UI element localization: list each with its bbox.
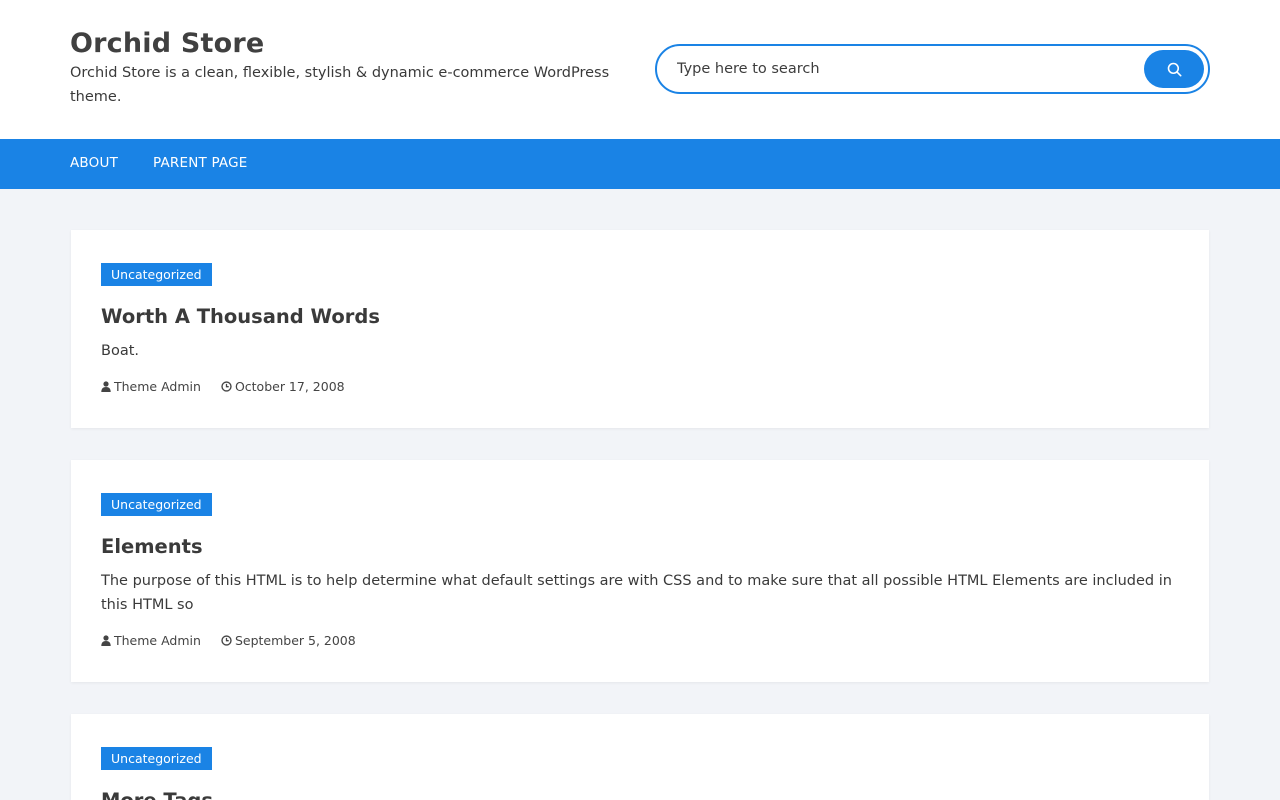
post-card: Uncategorized More Tags [71, 714, 1209, 800]
author-link[interactable]: Theme Admin [114, 633, 201, 648]
nav-item-parent-page[interactable]: PARENT PAGE [153, 155, 248, 171]
post-author: Theme Admin [101, 633, 201, 648]
post-card: Uncategorized Worth A Thousand Words Boa… [71, 230, 1209, 428]
search-form [655, 44, 1210, 94]
post-author: Theme Admin [101, 379, 201, 394]
clock-icon [221, 380, 232, 392]
clock-icon [221, 634, 232, 646]
date-link[interactable]: September 5, 2008 [235, 633, 356, 648]
post-card: Uncategorized Elements The purpose of th… [71, 460, 1209, 682]
post-date: October 17, 2008 [221, 379, 345, 394]
user-icon [101, 634, 111, 646]
category-badge[interactable]: Uncategorized [101, 263, 212, 286]
post-excerpt: The purpose of this HTML is to help dete… [101, 573, 1172, 613]
post-meta: Theme Admin October 17, 2008 [101, 377, 345, 395]
site-description: Orchid Store is a clean, flexible, styli… [70, 65, 610, 105]
category-badge[interactable]: Uncategorized [101, 747, 212, 770]
post-excerpt: Boat. [101, 343, 139, 359]
post-meta: Theme Admin September 5, 2008 [101, 631, 356, 649]
nav-item-about[interactable]: ABOUT [70, 155, 118, 171]
site-title[interactable]: Orchid Store [70, 28, 264, 59]
author-link[interactable]: Theme Admin [114, 379, 201, 394]
search-input[interactable] [677, 57, 1137, 81]
category-badge[interactable]: Uncategorized [101, 493, 212, 516]
post-title[interactable]: Elements [101, 535, 203, 558]
user-icon [101, 380, 111, 392]
site-header: Orchid Store Orchid Store is a clean, fl… [0, 0, 1280, 139]
date-link[interactable]: October 17, 2008 [235, 379, 345, 394]
main-navigation: ABOUT PARENT PAGE [0, 139, 1280, 189]
post-title[interactable]: Worth A Thousand Words [101, 305, 380, 328]
search-button[interactable] [1144, 50, 1204, 88]
post-date: September 5, 2008 [221, 633, 356, 648]
search-icon [1167, 62, 1181, 76]
post-title[interactable]: More Tags [101, 789, 213, 800]
